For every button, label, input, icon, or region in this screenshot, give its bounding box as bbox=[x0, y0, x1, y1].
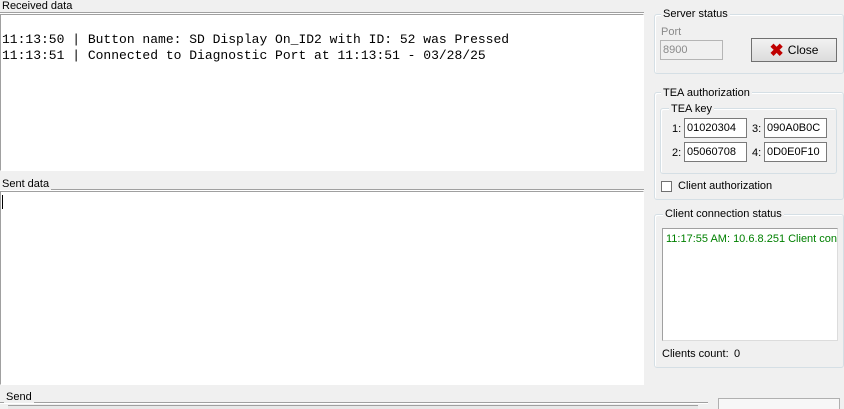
tea-key-field-2[interactable]: 05060708 bbox=[684, 142, 747, 162]
tea-key-index-2: 2: bbox=[672, 147, 682, 159]
tea-key-field-4[interactable]: 0D0E0F10 bbox=[764, 142, 827, 162]
client-connection-entry: 11:17:55 AM: 10.6.8.251 Client con bbox=[666, 233, 838, 245]
clients-count-value: 0 bbox=[734, 348, 741, 360]
close-button[interactable]: ✖ Close bbox=[751, 38, 837, 62]
server-status-label: Server status bbox=[661, 8, 730, 20]
tea-key-index-3: 3: bbox=[752, 123, 762, 135]
client-connection-label: Client connection status bbox=[663, 208, 784, 220]
close-icon: ✖ bbox=[769, 40, 784, 60]
client-authorization-label[interactable]: Client authorization bbox=[678, 180, 772, 192]
send-button[interactable] bbox=[718, 398, 840, 409]
received-data-label: Received data bbox=[0, 0, 75, 12]
text-cursor bbox=[2, 195, 3, 209]
send-input[interactable] bbox=[8, 405, 698, 409]
tea-key-index-4: 4: bbox=[752, 147, 762, 159]
tea-key-label: TEA key bbox=[669, 103, 714, 115]
tea-authorization-label: TEA authorization bbox=[661, 87, 752, 99]
received-line: 11:13:50 | Button name: SD Display On_ID… bbox=[2, 32, 510, 47]
close-button-label: Close bbox=[787, 43, 819, 57]
client-connection-list[interactable]: 11:17:55 AM: 10.6.8.251 Client con bbox=[662, 228, 838, 341]
clients-count-label: Clients count: bbox=[662, 348, 729, 360]
sent-data-label: Sent data bbox=[0, 178, 52, 190]
send-rule bbox=[0, 402, 708, 404]
sent-data-area[interactable] bbox=[0, 191, 644, 385]
received-data-area[interactable]: 11:13:50 | Button name: SD Display On_ID… bbox=[0, 14, 644, 171]
received-line: 11:13:51 | Connected to Diagnostic Port … bbox=[2, 48, 486, 63]
port-field[interactable]: 8900 bbox=[660, 40, 723, 60]
port-label: Port bbox=[661, 26, 682, 38]
send-label: Send bbox=[4, 391, 34, 403]
client-authorization-checkbox[interactable] bbox=[661, 181, 672, 192]
tea-key-field-3[interactable]: 090A0B0C bbox=[764, 118, 827, 138]
tea-key-index-1: 1: bbox=[672, 123, 682, 135]
tea-key-field-1[interactable]: 01020304 bbox=[684, 118, 747, 138]
